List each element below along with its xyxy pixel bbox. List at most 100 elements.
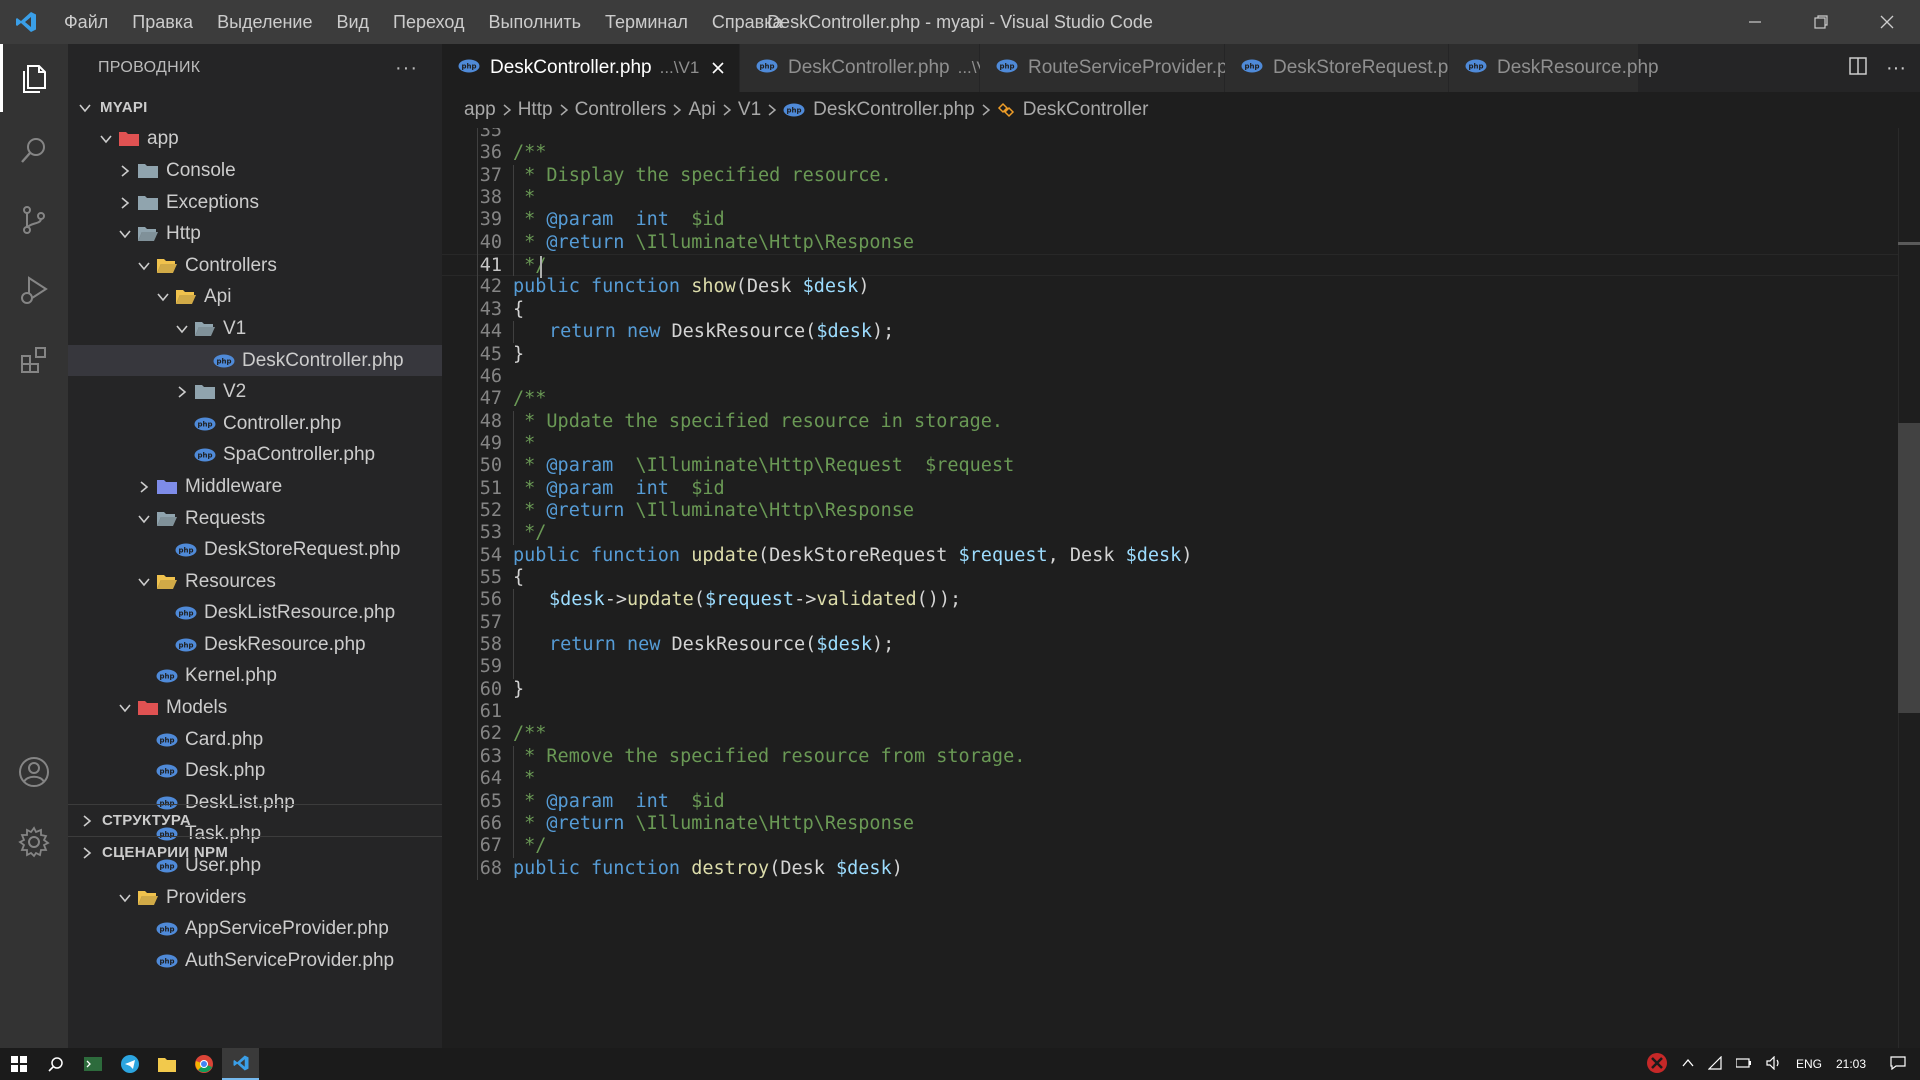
menu-item[interactable]: Правка — [120, 0, 205, 44]
tree-folder[interactable]: Exceptions — [68, 187, 442, 219]
code-line[interactable]: 64 * — [442, 768, 1920, 790]
tree-file[interactable]: php Kernel.php — [68, 661, 442, 693]
menu-item[interactable]: Справка — [700, 0, 795, 44]
breadcrumb-item[interactable]: php DeskController.php — [783, 99, 975, 121]
tree-file[interactable]: php AuthServiceProvider.php — [68, 945, 442, 977]
code-line[interactable]: 63 * Remove the specified resource from … — [442, 746, 1920, 768]
code-line[interactable]: 53 */ — [442, 522, 1920, 544]
tab-1[interactable]: php DeskController.php ...\V2 — [740, 44, 997, 92]
code-line[interactable]: 37 * Display the specified resource. — [442, 165, 1920, 187]
tree-file[interactable]: php Desk.php — [68, 755, 442, 787]
tree-file[interactable]: php DeskStoreRequest.php — [68, 534, 442, 566]
chevron-up-icon[interactable] — [1682, 1057, 1694, 1071]
code-line[interactable]: 66 * @return \Illuminate\Http\Response — [442, 813, 1920, 835]
language-indicator[interactable]: ENG — [1796, 1057, 1822, 1071]
volume-icon[interactable] — [1766, 1055, 1782, 1073]
menu-item[interactable]: Переход — [381, 0, 477, 44]
code-line[interactable]: 68 public function destroy(Desk $desk) — [442, 858, 1920, 880]
search-icon[interactable] — [37, 1048, 74, 1080]
menu-item[interactable]: Выполнить — [477, 0, 593, 44]
code-line[interactable]: 48 * Update the specified resource in st… — [442, 411, 1920, 433]
code-line[interactable]: 45} — [442, 344, 1920, 366]
tab-4[interactable]: php DeskResource.php — [1449, 44, 1659, 92]
tree-folder[interactable]: app — [68, 124, 442, 156]
outline-section[interactable]: СТРУКТУРА — [68, 804, 442, 836]
settings-gear-icon[interactable] — [0, 808, 68, 876]
code-line[interactable]: 43 { — [442, 299, 1920, 321]
code-line[interactable]: 40 * @return \Illuminate\Http\Response — [442, 232, 1920, 254]
minimize-button[interactable] — [1722, 0, 1788, 44]
code-line[interactable]: 38 * — [442, 187, 1920, 209]
code-line[interactable]: 54 public function update(DeskStoreReques… — [442, 545, 1920, 567]
code-line[interactable]: 60} — [442, 679, 1920, 701]
code-line[interactable]: 36 /** — [442, 142, 1920, 164]
code-line[interactable]: 58 return new DeskResource($desk); — [442, 634, 1920, 656]
tab-3[interactable]: php DeskStoreRequest.php — [1225, 44, 1469, 92]
code-line[interactable]: 50 * @param \Illuminate\Http\Request $re… — [442, 455, 1920, 477]
antivirus-icon[interactable] — [1646, 1052, 1668, 1077]
tree-file[interactable]: php Controller.php — [68, 408, 442, 440]
windows-start-icon[interactable] — [0, 1048, 37, 1080]
menu-item[interactable]: Терминал — [593, 0, 700, 44]
breadcrumb-item[interactable]: Http — [518, 99, 553, 121]
more-actions-icon[interactable]: ··· — [1886, 57, 1906, 80]
source-control-icon[interactable] — [0, 186, 68, 254]
breadcrumb-item[interactable]: DeskController — [997, 99, 1148, 121]
more-actions-icon[interactable]: ··· — [395, 57, 418, 80]
tree-file[interactable]: php DeskResource.php — [68, 629, 442, 661]
menu-item[interactable]: Вид — [324, 0, 381, 44]
tree-folder[interactable]: Api — [68, 282, 442, 314]
notifications-icon[interactable] — [1890, 1055, 1906, 1073]
tree-folder[interactable]: Console — [68, 155, 442, 187]
tree-folder[interactable]: Requests — [68, 503, 442, 535]
code-line[interactable]: 41 */ — [442, 254, 1920, 277]
battery-icon[interactable] — [1735, 1057, 1752, 1071]
vscode-icon[interactable] — [222, 1048, 259, 1080]
code-line[interactable]: 55 { — [442, 567, 1920, 589]
code-line[interactable]: 46 — [442, 366, 1920, 388]
explorer-icon[interactable] — [0, 44, 68, 112]
code-line[interactable]: 39 * @param int $id — [442, 209, 1920, 231]
tree-file[interactable]: php DeskController.php — [68, 344, 442, 377]
tab-0[interactable]: php DeskController.php ...\V1 — [442, 44, 740, 92]
editor-scrollbar-thumb[interactable] — [1898, 423, 1920, 713]
tree-folder[interactable]: Providers — [68, 882, 442, 914]
menu-item[interactable]: Файл — [52, 0, 120, 44]
breadcrumb-item[interactable]: Api — [688, 99, 715, 121]
code-line[interactable]: 35 — [442, 128, 1920, 142]
split-editor-icon[interactable] — [1848, 56, 1868, 81]
code-editor[interactable]: 35 36/** 37 * Display the specified resour… — [442, 128, 1920, 1048]
code-line[interactable]: 51 * @param int $id — [442, 478, 1920, 500]
code-line[interactable]: 47 /** — [442, 388, 1920, 410]
extensions-icon[interactable] — [0, 326, 68, 394]
tree-folder[interactable]: Middleware — [68, 471, 442, 503]
code-line[interactable]: 44 return new DeskResource($desk); — [442, 321, 1920, 343]
close-icon[interactable] — [711, 58, 725, 78]
code-line[interactable]: 56 $desk->update($request->validated()); — [442, 589, 1920, 611]
telegram-icon[interactable] — [111, 1048, 148, 1080]
restore-button[interactable] — [1788, 0, 1854, 44]
chrome-icon[interactable] — [185, 1048, 222, 1080]
code-line[interactable]: 67 */ — [442, 835, 1920, 857]
code-line[interactable]: 62 /** — [442, 723, 1920, 745]
code-line[interactable]: 49 * — [442, 433, 1920, 455]
tree-file[interactable]: php Card.php — [68, 724, 442, 756]
code-line[interactable]: 59 — [442, 656, 1920, 678]
code-line[interactable]: 65 * @param int $id — [442, 791, 1920, 813]
code-line[interactable]: 57 — [442, 612, 1920, 634]
tab-2[interactable]: php RouteServiceProvider.php — [980, 44, 1249, 92]
clock[interactable]: 21:03 — [1836, 1057, 1866, 1071]
breadcrumb-item[interactable]: Controllers — [575, 99, 667, 121]
tree-file[interactable]: php DeskListResource.php — [68, 598, 442, 630]
menu-item[interactable]: Выделение — [205, 0, 324, 44]
file-explorer-icon[interactable] — [148, 1048, 185, 1080]
tree-file[interactable]: php AppServiceProvider.php — [68, 913, 442, 945]
code-line[interactable]: 42 public function show(Desk $desk) — [442, 276, 1920, 298]
terminal-icon[interactable] — [74, 1048, 111, 1080]
breadcrumb-item[interactable]: V1 — [738, 99, 761, 121]
tree-folder[interactable]: V1 — [68, 313, 442, 345]
tree-folder[interactable]: Http — [68, 218, 442, 250]
tree-folder[interactable]: V2 — [68, 376, 442, 408]
tree-file[interactable]: php SpaController.php — [68, 440, 442, 472]
tree-folder[interactable]: Models — [68, 692, 442, 724]
